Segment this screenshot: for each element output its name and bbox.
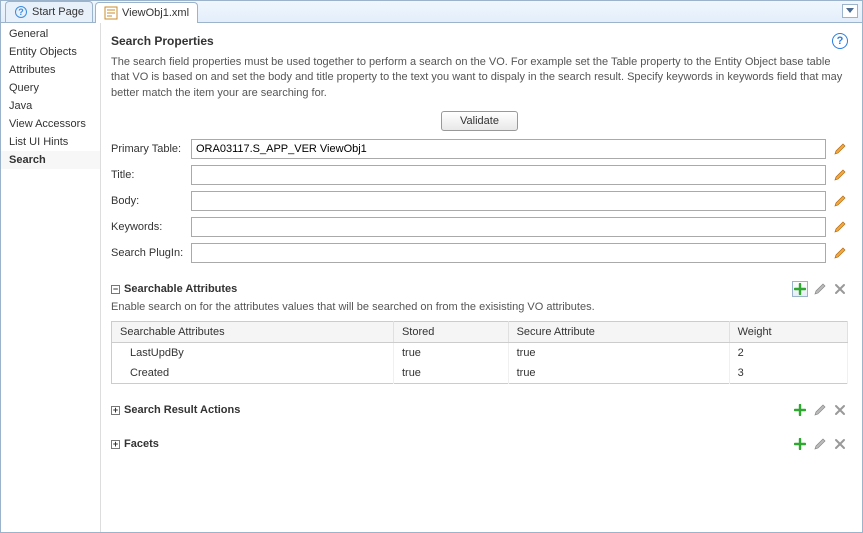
- sidebar-item-view-accessors[interactable]: View Accessors: [1, 115, 100, 133]
- section-searchable-desc: Enable search on for the attributes valu…: [111, 301, 848, 313]
- keywords-label: Keywords:: [111, 221, 185, 233]
- section-facets: + Facets: [111, 436, 848, 452]
- tab-overflow-button[interactable]: [842, 4, 858, 18]
- body-label: Body:: [111, 195, 185, 207]
- sidebar-item-entity-objects[interactable]: Entity Objects: [1, 43, 100, 61]
- sidebar: General Entity Objects Attributes Query …: [1, 23, 101, 532]
- sidebar-item-attributes[interactable]: Attributes: [1, 61, 100, 79]
- expand-icon[interactable]: +: [111, 440, 120, 449]
- add-action-button[interactable]: [792, 402, 808, 418]
- section-searchable-title: Searchable Attributes: [124, 283, 237, 295]
- tab-start-page-label: Start Page: [32, 6, 84, 18]
- sidebar-item-java[interactable]: Java: [1, 97, 100, 115]
- main-panel: Search Properties ? The search field pro…: [101, 23, 862, 532]
- body-input[interactable]: [191, 191, 826, 211]
- edit-title-icon[interactable]: [832, 167, 848, 183]
- edit-facet-button[interactable]: [812, 436, 828, 452]
- expand-icon[interactable]: +: [111, 406, 120, 415]
- col-stored[interactable]: Stored: [393, 322, 508, 343]
- tab-file[interactable]: ViewObj1.xml: [95, 2, 198, 23]
- table-row[interactable]: Created true true 3: [112, 363, 848, 384]
- tab-file-label: ViewObj1.xml: [122, 7, 189, 19]
- page-title: Search Properties: [111, 34, 214, 48]
- section-searchable-attributes: − Searchable Attributes Enable search on…: [111, 281, 848, 384]
- col-searchable-attributes[interactable]: Searchable Attributes: [112, 322, 394, 343]
- add-attribute-button[interactable]: [792, 281, 808, 297]
- collapse-icon[interactable]: −: [111, 285, 120, 294]
- section-facets-title: Facets: [124, 438, 159, 450]
- search-plugin-label: Search PlugIn:: [111, 247, 185, 259]
- validate-button[interactable]: Validate: [441, 111, 518, 131]
- edit-action-button[interactable]: [812, 402, 828, 418]
- section-search-result-actions: + Search Result Actions: [111, 402, 848, 418]
- add-facet-button[interactable]: [792, 436, 808, 452]
- search-plugin-input[interactable]: [191, 243, 826, 263]
- primary-table-label: Primary Table:: [111, 143, 185, 155]
- page-description: The search field properties must be used…: [111, 55, 848, 101]
- help-tab-icon: ?: [14, 5, 28, 19]
- edit-primary-table-icon[interactable]: [832, 141, 848, 157]
- edit-search-plugin-icon[interactable]: [832, 245, 848, 261]
- col-weight[interactable]: Weight: [729, 322, 847, 343]
- edit-keywords-icon[interactable]: [832, 219, 848, 235]
- sidebar-item-list-ui-hints[interactable]: List UI Hints: [1, 133, 100, 151]
- sidebar-item-query[interactable]: Query: [1, 79, 100, 97]
- edit-attribute-button[interactable]: [812, 281, 828, 297]
- title-label: Title:: [111, 169, 185, 181]
- section-result-actions-title: Search Result Actions: [124, 404, 240, 416]
- delete-facet-button[interactable]: [832, 436, 848, 452]
- help-icon[interactable]: ?: [832, 33, 848, 49]
- title-input[interactable]: [191, 165, 826, 185]
- xml-file-icon: [104, 6, 118, 20]
- delete-attribute-button[interactable]: [832, 281, 848, 297]
- primary-table-input[interactable]: [191, 139, 826, 159]
- table-row[interactable]: LastUpdBy true true 2: [112, 343, 848, 364]
- sidebar-item-general[interactable]: General: [1, 25, 100, 43]
- delete-action-button[interactable]: [832, 402, 848, 418]
- tab-start-page[interactable]: ? Start Page: [5, 1, 93, 22]
- edit-body-icon[interactable]: [832, 193, 848, 209]
- keywords-input[interactable]: [191, 217, 826, 237]
- searchable-attributes-table: Searchable Attributes Stored Secure Attr…: [111, 321, 848, 384]
- tab-bar: ? Start Page ViewObj1.xml: [1, 1, 862, 23]
- sidebar-item-search[interactable]: Search: [1, 151, 100, 169]
- col-secure-attribute[interactable]: Secure Attribute: [508, 322, 729, 343]
